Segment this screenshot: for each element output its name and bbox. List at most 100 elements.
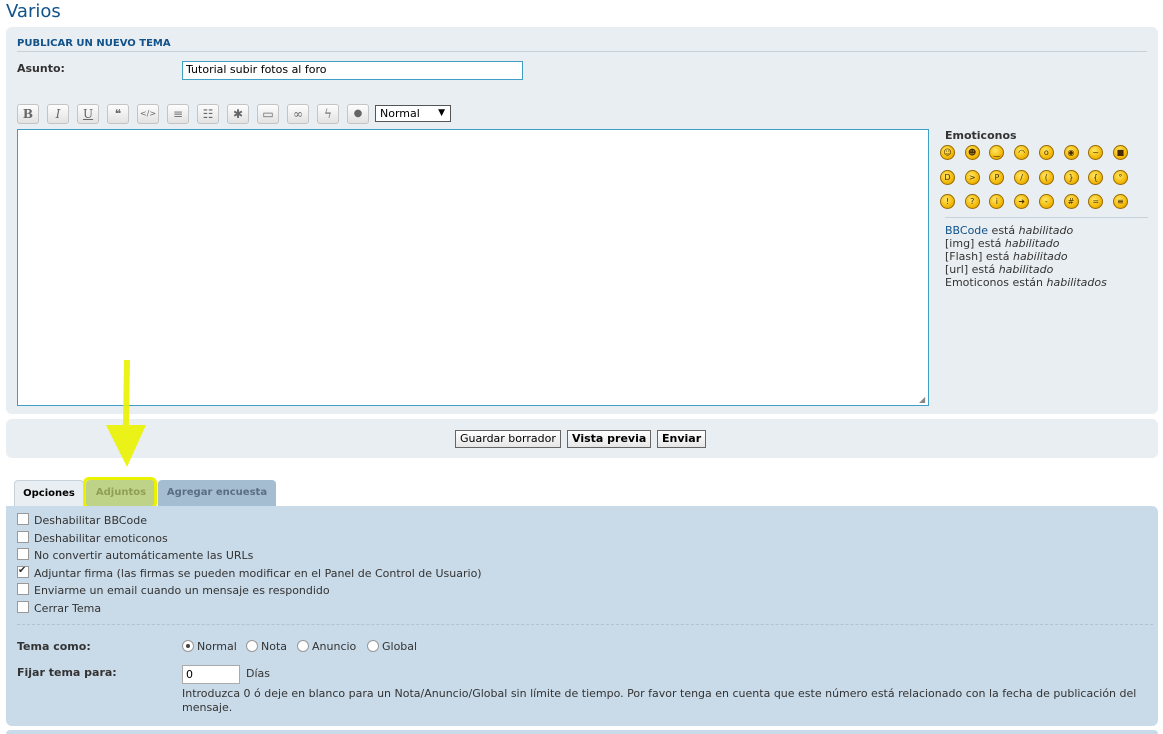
radio-button[interactable]	[182, 640, 194, 652]
checkbox-label: Enviarme un email cuando un mensaje es r…	[34, 584, 330, 597]
checkbox[interactable]	[17, 513, 29, 525]
topic-type-radio[interactable]: Nota	[246, 640, 287, 653]
emoticon-arrow-icon[interactable]: ➜	[1014, 194, 1030, 209]
status-text: [url] está	[945, 263, 999, 276]
list-button[interactable]: ≡	[167, 104, 189, 124]
image-button[interactable]: ▭	[257, 104, 279, 124]
page-title: Varios	[6, 1, 61, 22]
checkbox[interactable]	[17, 600, 29, 613]
checkbox[interactable]	[17, 548, 29, 560]
bold-button[interactable]: B	[17, 104, 39, 124]
checkbox-label: Deshabilitar emoticonos	[34, 531, 168, 545]
status-state: habilitados	[1046, 276, 1107, 289]
stick-days-input[interactable]: 0	[182, 665, 240, 684]
status-text: Emoticonos están	[945, 276, 1047, 289]
radio-button[interactable]	[246, 640, 258, 652]
status-text: está	[988, 224, 1019, 237]
topic-type-radio[interactable]: Anuncio	[297, 640, 356, 653]
status-state: habilitado	[1012, 250, 1068, 263]
checkbox-label: Adjuntar firma (las firmas se pueden mod…	[34, 566, 482, 580]
stick-unit: Días	[246, 667, 270, 680]
save-draft-button[interactable]: Guardar borrador	[455, 430, 561, 448]
posting-rules: BBCode está habilitado [img] está habili…	[945, 224, 1107, 289]
emoticon-razz-icon[interactable]: P	[989, 169, 1005, 185]
emoticon-evil-icon[interactable]: }	[1063, 169, 1079, 185]
emoticon-uber-geek-icon[interactable]: ≡	[1112, 194, 1128, 209]
bbcode-link[interactable]: BBCode	[945, 224, 988, 237]
emoticon-twisted-evil-icon[interactable]: {	[1088, 169, 1104, 185]
emoticon-cool-icon[interactable]: ■	[1112, 145, 1128, 160]
attachments-highlight	[83, 477, 157, 509]
tab-agregar-encuesta[interactable]: Agregar encuesta	[158, 480, 276, 506]
option-checkbox-row[interactable]: Adjuntar firma (las firmas se pueden mod…	[17, 564, 482, 580]
emoticon-laughing-icon[interactable]: D	[940, 169, 955, 185]
highlight-arrow-icon	[106, 360, 146, 467]
status-text: [img] está	[945, 237, 1005, 250]
emoticon-smile-icon[interactable]: ☻	[964, 145, 980, 160]
option-checkbox-row[interactable]: Deshabilitar BBCode	[17, 513, 147, 527]
color-button[interactable]: ●	[347, 104, 369, 124]
topic-type-label: Tema como:	[17, 640, 91, 653]
quote-button[interactable]: ❝	[107, 104, 129, 124]
emoticon-mad-icon[interactable]: >	[964, 169, 980, 185]
radio-button[interactable]	[297, 640, 309, 652]
link-button[interactable]: ∞	[287, 104, 309, 124]
emoticon-crying-icon[interactable]: (	[1038, 169, 1054, 185]
option-checkbox-row[interactable]: Enviarme un email cuando un mensaje es r…	[17, 583, 330, 597]
emoticon-rolleyes-icon[interactable]: °	[1112, 169, 1128, 185]
post-form-panel: PUBLICAR UN NUEVO TEMA Asunto: Tutorial …	[6, 27, 1158, 414]
emoticon-mr-green-icon[interactable]: #	[1063, 194, 1079, 209]
emoticon-question-icon[interactable]: ?	[964, 194, 980, 209]
checkbox[interactable]	[17, 583, 29, 595]
topic-type-radio[interactable]: Normal	[182, 640, 237, 653]
emoticon-embarrassed-icon[interactable]: /	[1014, 169, 1030, 185]
emoticon-very-happy-icon[interactable]: ☺	[940, 145, 955, 160]
tab-opciones[interactable]: Opciones	[14, 480, 84, 506]
status-state: habilitado	[998, 263, 1054, 276]
option-checkbox-row[interactable]: No convertir automáticamente las URLs	[17, 548, 253, 562]
preview-button[interactable]: Vista previa	[567, 430, 652, 448]
italic-button[interactable]: I	[47, 104, 69, 124]
emoticons-status: Emoticonos están habilitados	[945, 276, 1107, 289]
radio-label: Anuncio	[312, 640, 357, 653]
checkbox-label: No convertir automáticamente las URLs	[34, 549, 254, 562]
img-status: [img] está habilitado	[945, 237, 1107, 250]
url-status: [url] está habilitado	[945, 263, 1107, 276]
list-item-button[interactable]: ✱	[227, 104, 249, 124]
emoticon-exclamation-icon[interactable]: !	[940, 194, 955, 209]
flash-button[interactable]: ϟ	[317, 104, 339, 124]
options-divider	[17, 624, 1153, 625]
resize-grip-icon[interactable]: ◢	[919, 396, 927, 404]
font-size-value: Normal	[380, 107, 420, 120]
option-checkbox-row[interactable]: Deshabilitar emoticonos	[17, 530, 168, 545]
emoticon-sad-icon[interactable]: ◠	[1014, 145, 1030, 160]
font-size-select[interactable]: Normal ▼	[375, 105, 451, 122]
checkbox-label: Cerrar Tema	[34, 601, 102, 615]
sidebar-divider	[945, 217, 1148, 218]
underline-button[interactable]: U	[77, 104, 99, 124]
emoticon-shocked-icon[interactable]: ◉	[1063, 145, 1079, 160]
subject-label: Asunto:	[17, 62, 65, 75]
checkbox[interactable]	[17, 564, 29, 578]
checkbox[interactable]	[17, 530, 29, 543]
radio-label: Global	[382, 640, 418, 653]
status-state: habilitado	[1018, 224, 1074, 237]
emoticon-surprised-icon[interactable]: o	[1038, 145, 1054, 160]
code-button[interactable]: </>	[137, 104, 159, 124]
next-panel-edge	[6, 730, 1158, 734]
status-text: [Flash] está	[945, 250, 1013, 263]
option-checkbox-row[interactable]: Cerrar Tema	[17, 600, 102, 615]
subject-input[interactable]: Tutorial subir fotos al foro	[182, 61, 523, 80]
checkbox-label: Deshabilitar BBCode	[34, 514, 147, 527]
radio-button[interactable]	[367, 640, 379, 652]
ordered-list-button[interactable]: ☷	[197, 104, 219, 124]
submit-button[interactable]: Enviar	[657, 430, 707, 448]
radio-label: Nota	[261, 640, 288, 653]
emoticons-title: Emoticonos	[945, 129, 1017, 142]
stick-label: Fijar tema para:	[17, 666, 117, 679]
topic-type-radio[interactable]: Global	[367, 640, 417, 653]
emoticon-neutral-icon[interactable]: -	[1038, 194, 1054, 209]
options-panel: Deshabilitar BBCode Deshabilitar emoticon…	[6, 506, 1158, 726]
radio-label: Normal	[197, 640, 237, 653]
form-heading: PUBLICAR UN NUEVO TEMA	[17, 38, 1147, 52]
